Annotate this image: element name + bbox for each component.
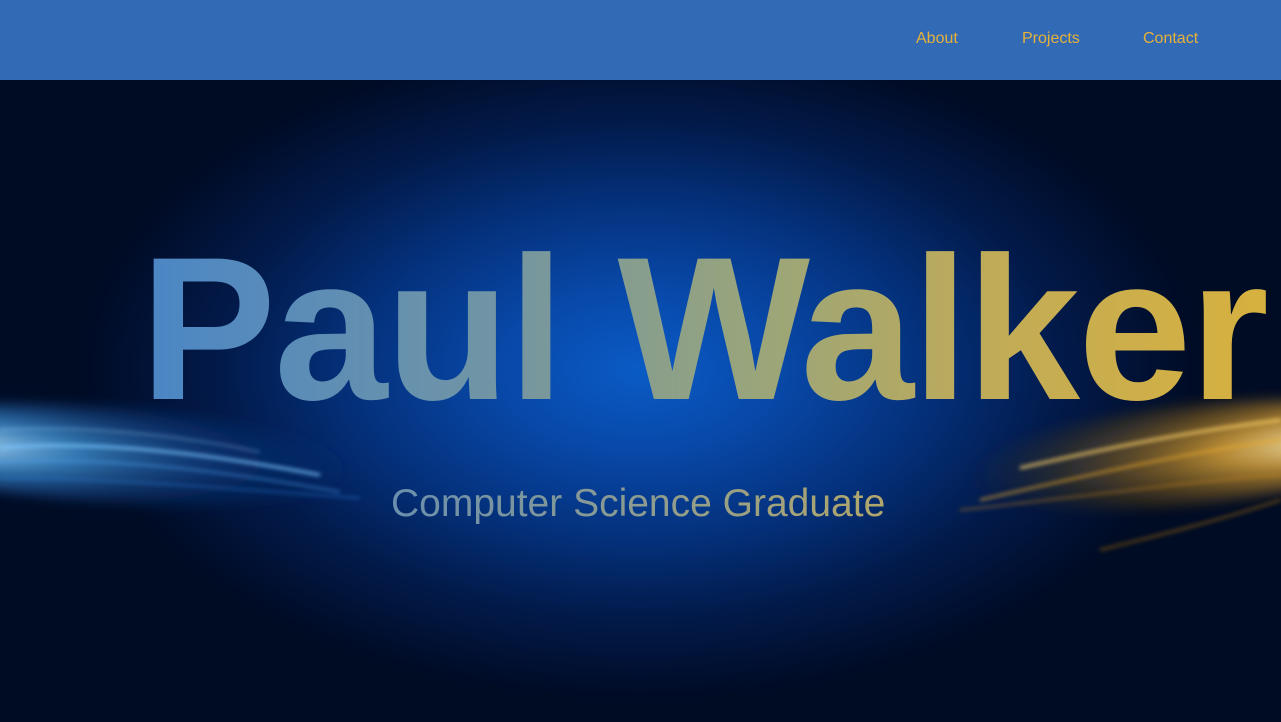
hero-section: Paul Walker Computer Science Graduate — [0, 80, 1281, 722]
nav-link-contact[interactable]: Contact — [1143, 30, 1198, 48]
hero-name-heading: Paul Walker — [140, 215, 1269, 443]
navbar: About Projects Contact — [0, 0, 1281, 80]
nav-link-projects[interactable]: Projects — [1022, 30, 1080, 48]
hero-subtitle: Computer Science Graduate — [391, 480, 891, 528]
nav-link-about[interactable]: About — [916, 30, 958, 48]
